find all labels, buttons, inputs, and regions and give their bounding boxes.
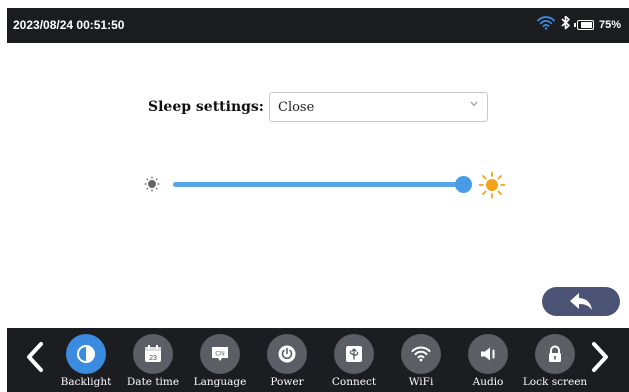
sleep-settings-select[interactable]: Close bbox=[269, 92, 488, 122]
screen: 2023/08/24 00:51:50 75% Sleep settings: … bbox=[7, 8, 629, 392]
brightness-slider-fill bbox=[173, 182, 463, 187]
power-icon bbox=[267, 334, 307, 374]
sleep-settings-value: Close bbox=[278, 100, 315, 115]
bluetooth-icon bbox=[560, 15, 572, 35]
language-badge-text: CN bbox=[215, 351, 225, 358]
back-button[interactable] bbox=[542, 287, 620, 316]
battery-icon bbox=[573, 20, 594, 30]
battery-percent: 75% bbox=[598, 19, 621, 31]
brightness-high-icon bbox=[478, 171, 506, 199]
calendar-date-text: 23 bbox=[149, 355, 157, 362]
brightness-slider[interactable] bbox=[173, 176, 472, 193]
sleep-settings-label: Sleep settings: bbox=[148, 99, 264, 115]
speaker-icon bbox=[468, 334, 508, 374]
lock-icon bbox=[535, 334, 575, 374]
toolbar-item-lock-screen[interactable]: Lock screen bbox=[520, 328, 590, 392]
status-bar: 2023/08/24 00:51:50 75% bbox=[7, 8, 629, 43]
chevron-right-icon[interactable] bbox=[589, 340, 611, 374]
wifi-icon bbox=[537, 15, 555, 35]
status-datetime: 2023/08/24 00:51:50 bbox=[13, 18, 125, 32]
back-arrow-icon bbox=[568, 291, 594, 312]
chevron-left-icon[interactable] bbox=[24, 340, 46, 374]
brightness-slider-thumb[interactable] bbox=[455, 176, 472, 193]
bottom-toolbar: Backlight 23 Date time CN Language Power… bbox=[7, 328, 629, 392]
language-icon: CN bbox=[200, 334, 240, 374]
wifi-icon bbox=[401, 334, 441, 374]
calendar-icon: 23 bbox=[133, 334, 173, 374]
chevron-down-icon bbox=[470, 99, 478, 110]
usb-icon bbox=[334, 334, 374, 374]
backlight-icon bbox=[66, 334, 106, 374]
brightness-low-icon bbox=[144, 176, 160, 192]
status-icons: 75% bbox=[537, 15, 621, 35]
toolbar-item-label: Lock screen bbox=[522, 376, 588, 388]
